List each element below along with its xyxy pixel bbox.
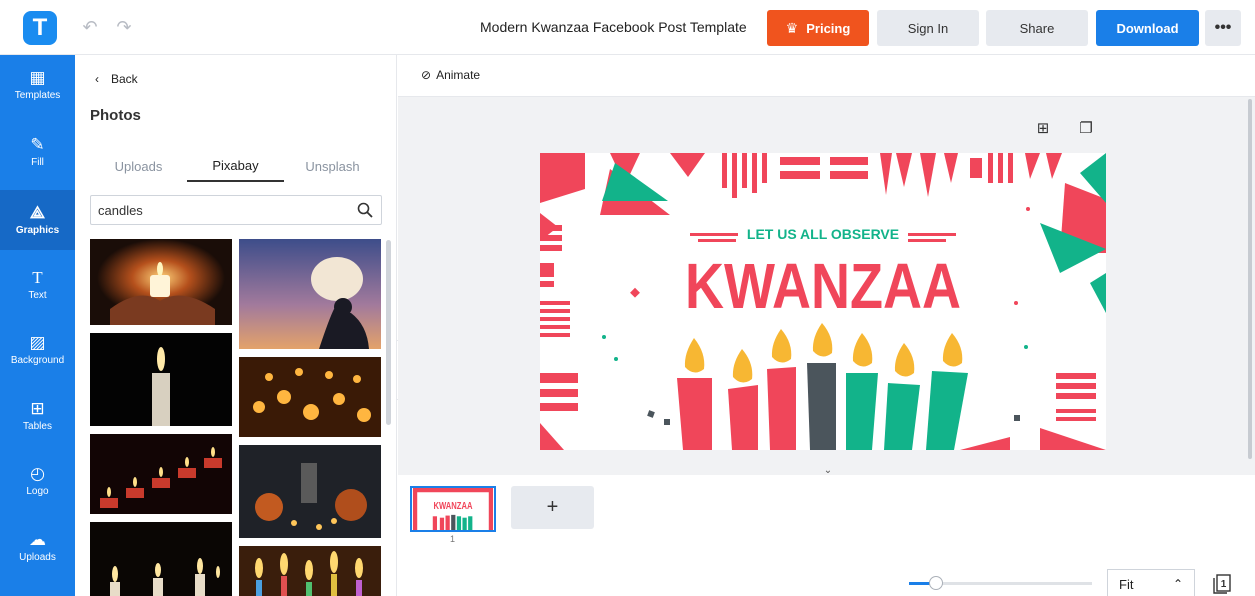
- workspace-scrollbar[interactable]: [1248, 99, 1252, 459]
- animate-label: Animate: [436, 68, 481, 82]
- photo-tealights[interactable]: [239, 357, 381, 437]
- rail-item-graphics[interactable]: ⟁ Graphics: [0, 190, 75, 250]
- duplicate-icon[interactable]: ❐: [1077, 119, 1095, 137]
- photo-single-candle[interactable]: [90, 333, 232, 426]
- photo-image: [90, 333, 232, 426]
- back-label: Back: [111, 72, 138, 86]
- canvas-toolbar: ⊘ Animate: [398, 55, 1255, 97]
- headline-big: KWANZAA: [685, 250, 961, 322]
- tab-unsplash[interactable]: Unsplash: [284, 150, 381, 182]
- rail-item-logo[interactable]: ◴ Logo: [0, 451, 75, 511]
- canvas-workspace: ⊞ ❐ LET US ALL OBSERVE KWANZAA: [398, 97, 1255, 475]
- headline-small: LET US ALL OBSERVE: [747, 226, 899, 242]
- rail-label: Fill: [31, 157, 44, 168]
- logo-icon: ◴: [30, 464, 45, 483]
- tab-uploads[interactable]: Uploads: [90, 150, 187, 182]
- pages-strip: KWANZAA 1 + Fit ⌃ 1: [398, 475, 1255, 596]
- fill-icon: ✎: [30, 135, 45, 154]
- photo-source-tabs: Uploads Pixabay Unsplash: [90, 150, 382, 182]
- left-rail: ▦ Templates ✎ Fill ⟁ Graphics T Text ▨ B…: [0, 55, 75, 596]
- thumbnail-headline: KWANZAA: [433, 501, 472, 512]
- undo-icon[interactable]: ↶: [80, 17, 100, 37]
- thumbnail-image: KWANZAA: [412, 488, 494, 530]
- rail-label: Logo: [26, 486, 49, 497]
- zoom-slider-handle[interactable]: [929, 576, 944, 590]
- photo-search: [90, 195, 382, 225]
- chevron-left-icon: ‹: [95, 72, 99, 86]
- kwanzaa-design: LET US ALL OBSERVE KWANZAA: [540, 153, 1106, 450]
- page-thumbnail[interactable]: KWANZAA: [410, 486, 496, 532]
- text-icon: T: [32, 268, 43, 287]
- zoom-slider[interactable]: [909, 576, 1092, 590]
- photo-sky-lantern[interactable]: [239, 239, 381, 349]
- photo-candle-hands[interactable]: [90, 239, 232, 325]
- rail-item-fill[interactable]: ✎ Fill: [0, 122, 75, 182]
- pricing-label: Pricing: [806, 20, 851, 36]
- search-input[interactable]: [91, 196, 341, 224]
- photo-halloween[interactable]: [239, 445, 381, 538]
- panel-scrollbar[interactable]: [386, 240, 391, 425]
- tables-icon: ⊞: [30, 399, 45, 418]
- zoom-value: Fit: [1119, 576, 1134, 592]
- photo-image: [90, 522, 232, 596]
- sign-in-button[interactable]: Sign In: [877, 10, 979, 46]
- animate-icon: ⊘: [421, 68, 432, 82]
- share-button[interactable]: Share: [986, 10, 1088, 46]
- rail-item-text[interactable]: T Text: [0, 255, 75, 315]
- rail-label: Templates: [14, 90, 61, 101]
- rail-label: Uploads: [19, 552, 56, 563]
- rail-item-uploads[interactable]: ☁ Uploads: [0, 517, 75, 577]
- photo-image: [239, 546, 381, 596]
- uploads-icon: ☁: [29, 530, 46, 549]
- page-manager-count: 1: [1221, 579, 1227, 590]
- background-icon: ▨: [29, 333, 46, 352]
- photo-image: [239, 445, 381, 538]
- tab-pixabay[interactable]: Pixabay: [187, 150, 284, 182]
- rail-item-background[interactable]: ▨ Background: [0, 320, 75, 380]
- pricing-button[interactable]: ♛ Pricing: [767, 10, 869, 46]
- photo-birthday-candles[interactable]: [239, 546, 381, 596]
- back-button[interactable]: ‹ Back: [95, 72, 138, 86]
- photo-image: [90, 434, 232, 514]
- graphics-icon: ⟁: [29, 203, 46, 222]
- rail-item-templates[interactable]: ▦ Templates: [0, 55, 75, 115]
- search-icon[interactable]: [357, 202, 373, 218]
- rail-item-tables[interactable]: ⊞ Tables: [0, 386, 75, 446]
- animate-button[interactable]: ⊘ Animate: [421, 68, 480, 82]
- document-title[interactable]: Modern Kwanzaa Facebook Post Template: [480, 19, 747, 35]
- rail-label: Tables: [23, 421, 52, 432]
- add-frame-icon[interactable]: ⊞: [1034, 119, 1052, 137]
- page-manager-icon[interactable]: 1: [1213, 574, 1231, 594]
- rail-label: Text: [28, 290, 47, 301]
- photo-candle-row[interactable]: [90, 434, 232, 514]
- photo-image: [239, 239, 381, 349]
- design-artboard[interactable]: LET US ALL OBSERVE KWANZAA: [540, 153, 1106, 450]
- panel-title: Photos: [90, 107, 141, 124]
- photos-panel: ‹ Back Photos Uploads Pixabay Unsplash: [75, 55, 397, 596]
- photo-candles-dark[interactable]: [90, 522, 232, 596]
- rail-label: Graphics: [15, 225, 60, 236]
- download-button[interactable]: Download: [1096, 10, 1199, 46]
- templates-icon: ▦: [29, 68, 46, 87]
- more-options-button[interactable]: •••: [1205, 10, 1241, 46]
- redo-icon[interactable]: ↷: [114, 17, 134, 37]
- zoom-select[interactable]: Fit ⌃: [1107, 569, 1195, 596]
- photo-image: [239, 357, 381, 437]
- top-bar: T ↶ ↷ Modern Kwanzaa Facebook Post Templ…: [0, 0, 1255, 55]
- app-logo[interactable]: T: [23, 11, 57, 45]
- crown-icon: ♛: [785, 19, 799, 36]
- chevron-up-icon: ⌃: [1172, 577, 1183, 591]
- page-number: 1: [450, 534, 456, 544]
- add-page-button[interactable]: +: [511, 486, 594, 529]
- photo-image: [90, 239, 232, 325]
- rail-label: Background: [10, 355, 65, 366]
